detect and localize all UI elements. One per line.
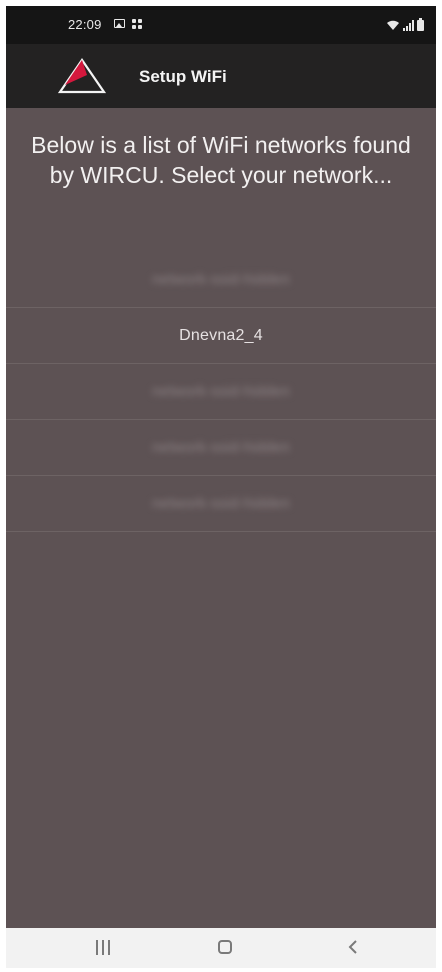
- wircu-logo-icon: [57, 56, 107, 96]
- network-item[interactable]: network-ssid-hidden: [6, 364, 436, 420]
- gallery-icon: [114, 19, 125, 28]
- network-item[interactable]: network-ssid-hidden: [6, 252, 436, 308]
- navigation-bar: [6, 928, 436, 968]
- home-icon[interactable]: [218, 940, 232, 954]
- network-label: Dnevna2_4: [179, 326, 263, 344]
- app-bar: Setup WiFi: [6, 44, 436, 108]
- network-label-blurred: network-ssid-hidden: [151, 439, 291, 456]
- recent-apps-icon[interactable]: [96, 940, 114, 955]
- network-label-blurred: network-ssid-hidden: [151, 271, 291, 288]
- wifi-icon: [386, 20, 400, 31]
- network-item[interactable]: network-ssid-hidden: [6, 476, 436, 532]
- network-label-blurred: network-ssid-hidden: [151, 495, 291, 512]
- network-item[interactable]: Dnevna2_4: [6, 308, 436, 364]
- status-indicators: [386, 17, 424, 31]
- signal-icon: [403, 20, 414, 31]
- phone-screen: 22:09 Setup WiFi Below is a list of WiFi…: [6, 6, 436, 968]
- network-label-blurred: network-ssid-hidden: [151, 383, 291, 400]
- grid-icon: [132, 19, 143, 30]
- battery-icon: [417, 18, 424, 31]
- back-icon[interactable]: [346, 939, 360, 955]
- intro-text: Below is a list of WiFi networks found b…: [31, 132, 411, 188]
- network-list: network-ssid-hidden Dnevna2_4 network-ss…: [6, 252, 436, 532]
- page-title: Setup WiFi: [139, 67, 227, 86]
- status-bar: 22:09: [6, 6, 436, 44]
- network-item[interactable]: network-ssid-hidden: [6, 420, 436, 476]
- status-time: 22:09: [68, 17, 102, 32]
